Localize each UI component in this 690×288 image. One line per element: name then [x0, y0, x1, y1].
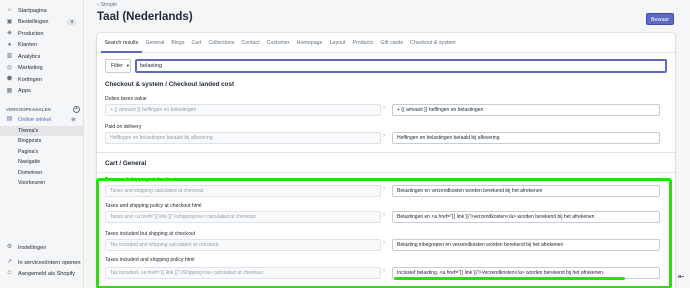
sidebar-item-label: Instellingen [18, 244, 47, 251]
sidebar-subitem-voorkeuren[interactable]: Voorkeuren [0, 178, 84, 189]
sidebar-subitem-domeinen[interactable]: Domeinen [0, 168, 84, 179]
translation-input[interactable]: Heffingen en belastingen betaald bij afl… [392, 132, 660, 144]
sidebar-item-label: In services/intern openen [18, 259, 81, 266]
save-button[interactable]: Bewaar [646, 13, 674, 25]
group-title-checkout: Checkout & system / Checkout landed cost [105, 81, 235, 88]
orders-count-badge: 3 [67, 19, 76, 26]
tab-contact[interactable]: Contact [238, 33, 263, 53]
sidebar-item-marketing[interactable]: ◎ Marketing [0, 63, 84, 75]
tab-general[interactable]: General [142, 33, 168, 53]
products-icon: ◈ [7, 30, 12, 37]
highlight-underline [394, 277, 625, 280]
sidebar-item-open-services[interactable]: ↗ In services/intern openen [0, 257, 84, 268]
discounts-icon: ⬢ [6, 76, 13, 83]
translation-input[interactable]: + {{ amount }} heffingen en belastingen [392, 104, 660, 116]
orders-icon: ▣ [6, 18, 13, 25]
tab-customer[interactable]: Customer [263, 33, 293, 53]
sidebar: ⌂ Startpagina ▣ Bestellingen 3 ◈ Producten ●… [0, 0, 84, 288]
page-title: Taal (Nederlands) [97, 11, 193, 23]
marketing-icon: ◎ [6, 64, 13, 71]
tab-gift-cards[interactable]: Gift cards [377, 33, 407, 53]
analytics-icon: ▥ [6, 53, 13, 60]
row-label: Paid on delivery [105, 124, 142, 130]
sidebar-item-label: Startpagina [18, 7, 47, 14]
arrow-right-icon: › [383, 133, 385, 139]
caret-down-icon: ▼ [124, 63, 130, 68]
sidebar-item-logged-in[interactable]: ☺ Aangemeld als Shopify [0, 268, 84, 279]
arrow-right-icon: › [383, 105, 385, 111]
section-divider [97, 172, 675, 173]
sidebar-item-kortingen[interactable]: ⬢ Kortingen [0, 74, 84, 86]
filter-label: Filter [111, 63, 123, 69]
breadcrumb-label: Simple [100, 2, 118, 8]
sidebar-item-label: Marketing [18, 65, 43, 72]
sidebar-item-producten[interactable]: ◈ Producten [0, 28, 84, 40]
home-icon: ⌂ [7, 7, 12, 14]
filter-dropdown[interactable]: Filter ▼ [105, 59, 131, 73]
sidebar-item-apps[interactable]: ▦ Apps [0, 86, 84, 98]
group-title-cart: Cart / General [105, 160, 147, 167]
settings-icon: ⚙ [6, 244, 13, 250]
sidebar-item-label: Analytics [18, 53, 41, 60]
highlight-box [96, 178, 672, 288]
tab-collections[interactable]: Collections [205, 33, 238, 53]
store-icon: ▤ [6, 116, 13, 123]
tab-blogs[interactable]: Blogs [168, 33, 188, 53]
filter-row: Filter ▼ belasting [105, 59, 667, 73]
sidebar-item-online-winkel[interactable]: ▤ Online winkel ◉ [0, 114, 84, 126]
tab-layout[interactable]: Layout [326, 33, 349, 53]
sidebar-nav: ⌂ Startpagina ▣ Bestellingen 3 ◈ Producten ●… [0, 5, 84, 97]
sidebar-item-instellingen[interactable]: ⚙ Instellingen [0, 242, 84, 253]
sidebar-subitem-blogposts[interactable]: Blogposts [0, 136, 84, 147]
breadcrumb-back-link[interactable]: ‹ Simple [97, 2, 117, 8]
sidebar-item-analytics[interactable]: ▥ Analytics [0, 51, 84, 63]
section-divider [97, 152, 675, 153]
tab-products[interactable]: Products [349, 33, 377, 53]
sidebar-item-label: Kortingen [18, 76, 42, 83]
add-channel-icon[interactable]: + [73, 106, 80, 113]
sidebar-item-label: Klanten [18, 42, 37, 49]
online-store-channel: ▤ Online winkel ◉ Thema's Blogposts Pagina… [0, 114, 84, 189]
sidebar-subitem-paginas[interactable]: Pagina's [0, 147, 84, 158]
sidebar-subitem-themas[interactable]: Thema's [0, 125, 84, 136]
row-label: Duties taxes value [105, 96, 147, 102]
source-text-field: Heffingen en belastingen betaald bij afl… [105, 132, 381, 144]
collapse-arrow-icon[interactable]: ⇤ [678, 272, 685, 281]
sidebar-item-label: Online winkel [18, 116, 52, 123]
open-icon: ↗ [6, 259, 13, 265]
tab-homepage[interactable]: Homepage [293, 33, 326, 53]
sidebar-item-label: Bestellingen [18, 19, 49, 26]
tab-bar: Search results General Blogs Cart Collec… [97, 33, 675, 53]
sidebar-item-bestellingen[interactable]: ▣ Bestellingen 3 [0, 17, 84, 29]
sidebar-bottom: ⚙ Instellingen ↗ In services/intern openen… [0, 242, 84, 279]
sidebar-item-label: Apps [18, 88, 31, 95]
user-icon: ☺ [6, 270, 13, 276]
sidebar-item-startpagina[interactable]: ⌂ Startpagina [0, 5, 84, 17]
tab-cart[interactable]: Cart [188, 33, 205, 53]
tab-search-results[interactable]: Search results [101, 33, 142, 53]
eye-icon[interactable]: ◉ [71, 116, 76, 123]
tab-checkout-system[interactable]: Checkout & system [407, 33, 460, 53]
sales-channels-heading: VERKOOPKANALEN + [6, 106, 80, 113]
customers-icon: ● [7, 41, 12, 48]
source-text-field: + {{ amount }} heffingen en belastingen [105, 104, 381, 116]
sidebar-subitem-navigatie[interactable]: Navigatie [0, 157, 84, 168]
search-input[interactable]: belasting [135, 59, 667, 73]
apps-icon: ▦ [6, 87, 13, 94]
sidebar-item-label: Aangemeld als Shopify [18, 270, 76, 277]
sidebar-item-label: Producten [18, 30, 44, 37]
sidebar-item-klanten[interactable]: ● Klanten [0, 40, 84, 52]
sales-channels-label: VERKOOPKANALEN [6, 107, 51, 112]
